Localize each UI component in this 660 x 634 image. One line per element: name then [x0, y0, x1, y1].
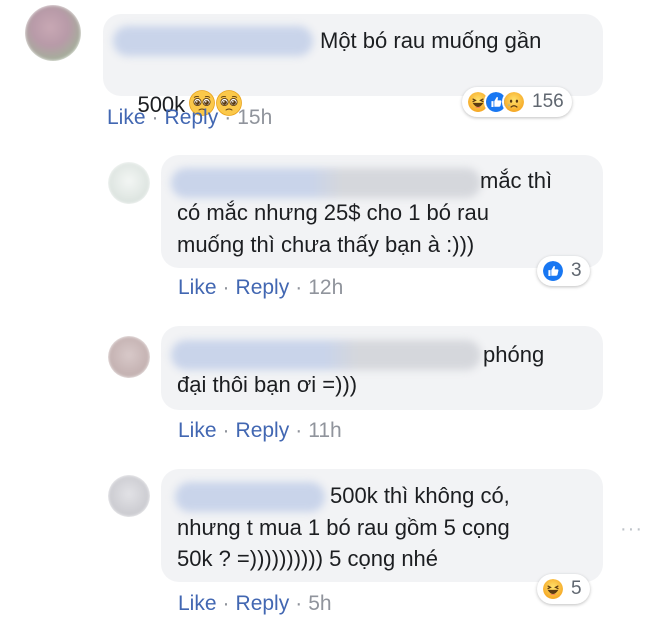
comment-text-line: 500k [113, 57, 242, 153]
blurred-author-name [171, 168, 481, 198]
timestamp[interactable]: 12h [308, 276, 343, 299]
reply-link[interactable]: Reply [236, 276, 290, 299]
separator-dot: · [222, 276, 230, 299]
like-link[interactable]: Like [107, 106, 146, 129]
separator-dot: · [222, 592, 230, 615]
like-link[interactable]: Like [178, 276, 217, 299]
blurred-author-name [113, 26, 313, 56]
avatar[interactable] [108, 162, 150, 204]
reply-link[interactable]: Reply [236, 419, 290, 442]
separator-dot: · [295, 592, 303, 615]
haha-icon [541, 577, 565, 601]
like-link[interactable]: Like [178, 419, 217, 442]
comment-bubble-2: mắc thì có mắc nhưng 25$ cho 1 bó rau mu… [161, 155, 603, 268]
like-link[interactable]: Like [178, 592, 217, 615]
comment-text-line: phóng [483, 342, 545, 367]
comment-text-line: Một bó rau muống gần [320, 28, 542, 53]
comment-text-line: nhưng t mua 1 bó rau gồm 5 cọng [177, 515, 510, 540]
avatar[interactable] [108, 475, 150, 517]
comment-text-line: 500k thì không có, [330, 483, 510, 508]
comment-text-line: có mắc nhưng 25$ cho 1 bó rau [177, 200, 489, 225]
timestamp[interactable]: 11h [308, 419, 341, 442]
blurred-author-name [175, 482, 325, 512]
sad-icon [502, 90, 526, 114]
comment-text-line: 50k ? =)))))))))) 5 cọng nhé [177, 546, 439, 571]
like-icon [541, 259, 565, 283]
timestamp[interactable]: 5h [308, 592, 331, 615]
comment-actions: Like · Reply · 15h [107, 106, 272, 130]
separator-dot: · [151, 106, 159, 129]
comment-text-line: đại thôi bạn ơi =))) [177, 372, 358, 397]
separator-dot: · [295, 419, 303, 442]
separator-dot: · [222, 419, 230, 442]
more-options-icon[interactable]: ··· [620, 518, 643, 541]
comment-bubble-4: 500k thì không có, nhưng t mua 1 bó rau … [161, 469, 603, 582]
comment-actions: Like · Reply · 12h [178, 276, 343, 300]
separator-dot: · [295, 276, 303, 299]
avatar[interactable] [25, 5, 81, 61]
comment-text-line: mắc thì [480, 168, 553, 193]
separator-dot: · [224, 106, 232, 129]
reaction-count: 156 [532, 91, 564, 112]
reactions-summary[interactable]: 3 [537, 256, 590, 286]
avatar[interactable] [108, 336, 150, 378]
reactions-summary[interactable]: 156 [462, 87, 572, 117]
reply-link[interactable]: Reply [165, 106, 219, 129]
timestamp[interactable]: 15h [237, 106, 272, 129]
comment-text-line: muống thì chưa thấy bạn à :))) [177, 232, 475, 257]
reaction-count: 5 [571, 578, 582, 599]
blurred-author-name [171, 340, 481, 370]
comment-bubble-1: Một bó rau muống gần 500k [103, 14, 603, 117]
comment-actions: Like · Reply · 11h [178, 419, 342, 443]
reaction-count: 3 [571, 260, 582, 281]
comment-bubble-3: phóng đại thôi bạn ơi =))) [161, 326, 603, 410]
comment-actions: Like · Reply · 5h [178, 592, 332, 616]
reactions-summary[interactable]: 5 [537, 574, 590, 604]
reply-link[interactable]: Reply [236, 592, 290, 615]
